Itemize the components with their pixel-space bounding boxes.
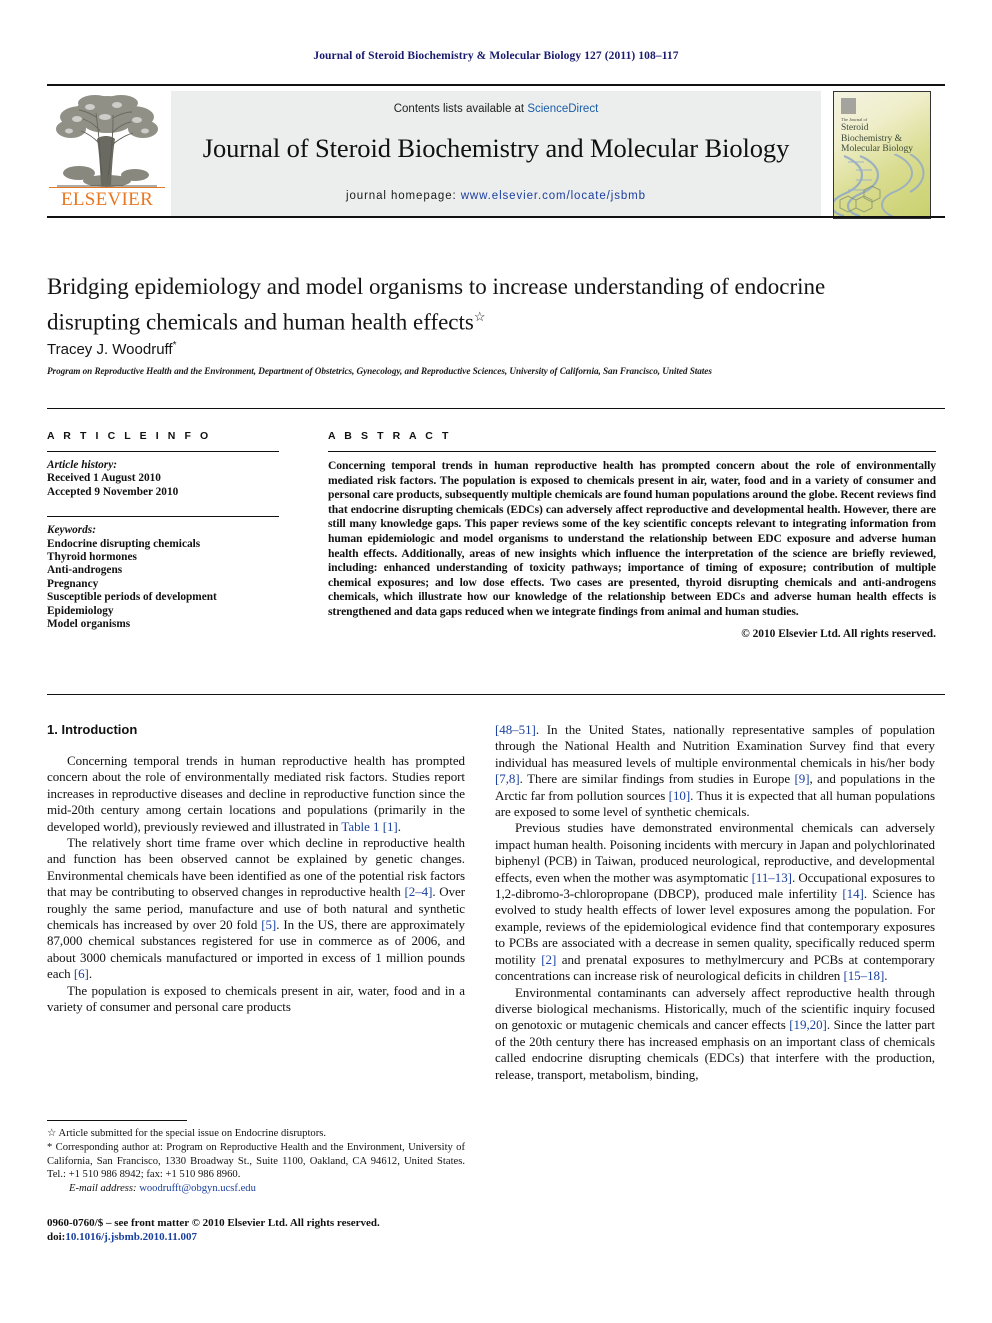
journal-homepage-line: journal homepage: www.elsevier.com/locat… <box>171 190 821 202</box>
journal-title: Journal of Steroid Biochemistry and Mole… <box>202 133 790 163</box>
abstract-rule <box>328 451 936 452</box>
article-info-column: A R T I C L E I N F O Article history: R… <box>47 430 279 631</box>
paragraph: [48–51]. In the United States, nationall… <box>495 722 935 820</box>
paragraph: Environmental contaminants can adversely… <box>495 984 935 1082</box>
author-name: Tracey J. Woodruff* <box>47 340 177 358</box>
paragraph: The relatively short time frame over whi… <box>47 835 465 982</box>
paragraph: The population is exposed to chemicals p… <box>47 982 465 1015</box>
keyword-item: Thyroid hormones <box>47 551 137 564</box>
article-info-heading: A R T I C L E I N F O <box>47 430 212 442</box>
keywords-block: Keywords: Endocrine disrupting chemicals… <box>47 524 279 631</box>
keywords-rule <box>47 516 279 518</box>
footnote-divider <box>47 1120 187 1121</box>
body-column-right: [48–51]. In the United States, nationall… <box>495 722 935 1083</box>
author-affiliation: Program on Reproductive Health and the E… <box>47 366 712 376</box>
doi-link[interactable]: 10.1016/j.jsbmb.2010.11.007 <box>65 1231 197 1243</box>
footnote-email-line: E-mail address: woodrufft@obgyn.ucsf.edu <box>47 1182 465 1195</box>
paragraph: Concerning temporal trends in human repr… <box>47 753 465 834</box>
cover-elsevier-mark-icon <box>841 98 856 114</box>
footnote-special-issue: ☆ Article submitted for the special issu… <box>47 1128 326 1139</box>
article-accepted-date: Accepted 9 November 2010 <box>47 485 179 498</box>
title-footnote-marker[interactable]: ☆ <box>474 309 486 324</box>
homepage-label: journal homepage: <box>346 190 457 202</box>
keyword-item: Susceptible periods of development <box>47 591 217 604</box>
issn-front-matter-line: 0960-0760/$ – see front matter © 2010 El… <box>47 1217 380 1229</box>
masthead-inner: ELSEVIER Contents lists available at Sci… <box>47 89 945 219</box>
journal-article-page: Journal of Steroid Biochemistry & Molecu… <box>0 0 992 1323</box>
contents-prefix: Contents lists available at <box>393 103 528 115</box>
abstract-copyright: © 2010 Elsevier Ltd. All rights reserved… <box>741 627 936 640</box>
journal-banner: Contents lists available at ScienceDirec… <box>171 91 821 217</box>
keyword-item: Anti-androgens <box>47 564 123 577</box>
footnotes-block: ☆ Article submitted for the special issu… <box>47 1127 465 1196</box>
keyword-item: Pregnancy <box>47 577 99 590</box>
dna-helix-icon <box>834 154 925 217</box>
keyword-item: Model organisms <box>47 618 131 631</box>
elsevier-wordmark: ELSEVIER <box>49 187 165 211</box>
info-divider <box>47 408 945 409</box>
journal-cover-thumbnail[interactable]: The Journal of Steroid Biochemistry & Mo… <box>833 91 931 219</box>
email-address-label: E-mail address: <box>69 1183 137 1195</box>
doi-label: doi: <box>47 1231 66 1243</box>
body-divider <box>47 694 945 695</box>
email-address-link[interactable]: woodrufft@obgyn.ucsf.edu <box>139 1183 256 1194</box>
footnote-corresponding-author: * Corresponding author at: Program on Re… <box>47 1142 465 1180</box>
paragraph: Previous studies have demonstrated envir… <box>495 820 935 984</box>
running-head: Journal of Steroid Biochemistry & Molecu… <box>313 50 679 62</box>
title-divider <box>47 216 945 218</box>
abstract-text: Concerning temporal trends in human repr… <box>328 459 936 618</box>
homepage-url-link[interactable]: www.elsevier.com/locate/jsbmb <box>461 190 646 202</box>
imprint-block: 0960-0760/$ – see front matter © 2010 El… <box>47 1216 477 1244</box>
abstract-column: A B S T R A C T Concerning temporal tren… <box>328 430 936 640</box>
cover-title: Steroid Biochemistry & Molecular Biology <box>841 123 914 154</box>
elsevier-tree-icon <box>56 95 158 187</box>
author-name-text: Tracey J. Woodruff <box>47 341 173 358</box>
abstract-heading: A B S T R A C T <box>328 430 452 442</box>
article-title: Bridging epidemiology and model organism… <box>47 272 877 338</box>
cover-kicker: The Journal of <box>841 117 868 122</box>
contents-available-line: Contents lists available at ScienceDirec… <box>171 103 821 115</box>
keyword-item: Endocrine disrupting chemicals <box>47 537 201 550</box>
elsevier-logo: ELSEVIER <box>49 91 165 217</box>
article-info-rule <box>47 451 279 452</box>
article-title-text: Bridging epidemiology and model organism… <box>47 274 826 335</box>
author-footnote-marker[interactable]: * <box>173 340 177 351</box>
article-history-label: Article history: <box>47 459 117 471</box>
keywords-label: Keywords: <box>47 524 96 537</box>
article-received-date: Received 1 August 2010 <box>47 472 161 485</box>
sciencedirect-link[interactable]: ScienceDirect <box>527 103 598 115</box>
body-column-left: 1. Introduction Concerning temporal tren… <box>47 722 465 1016</box>
section-title-introduction: 1. Introduction <box>47 722 138 737</box>
article-history-block: Article history: Received 1 August 2010 … <box>47 459 279 499</box>
journal-masthead: ELSEVIER Contents lists available at Sci… <box>47 84 945 219</box>
keyword-item: Epidemiology <box>47 604 114 617</box>
doi-line: doi:10.1016/j.jsbmb.2010.11.007 <box>47 1230 477 1244</box>
